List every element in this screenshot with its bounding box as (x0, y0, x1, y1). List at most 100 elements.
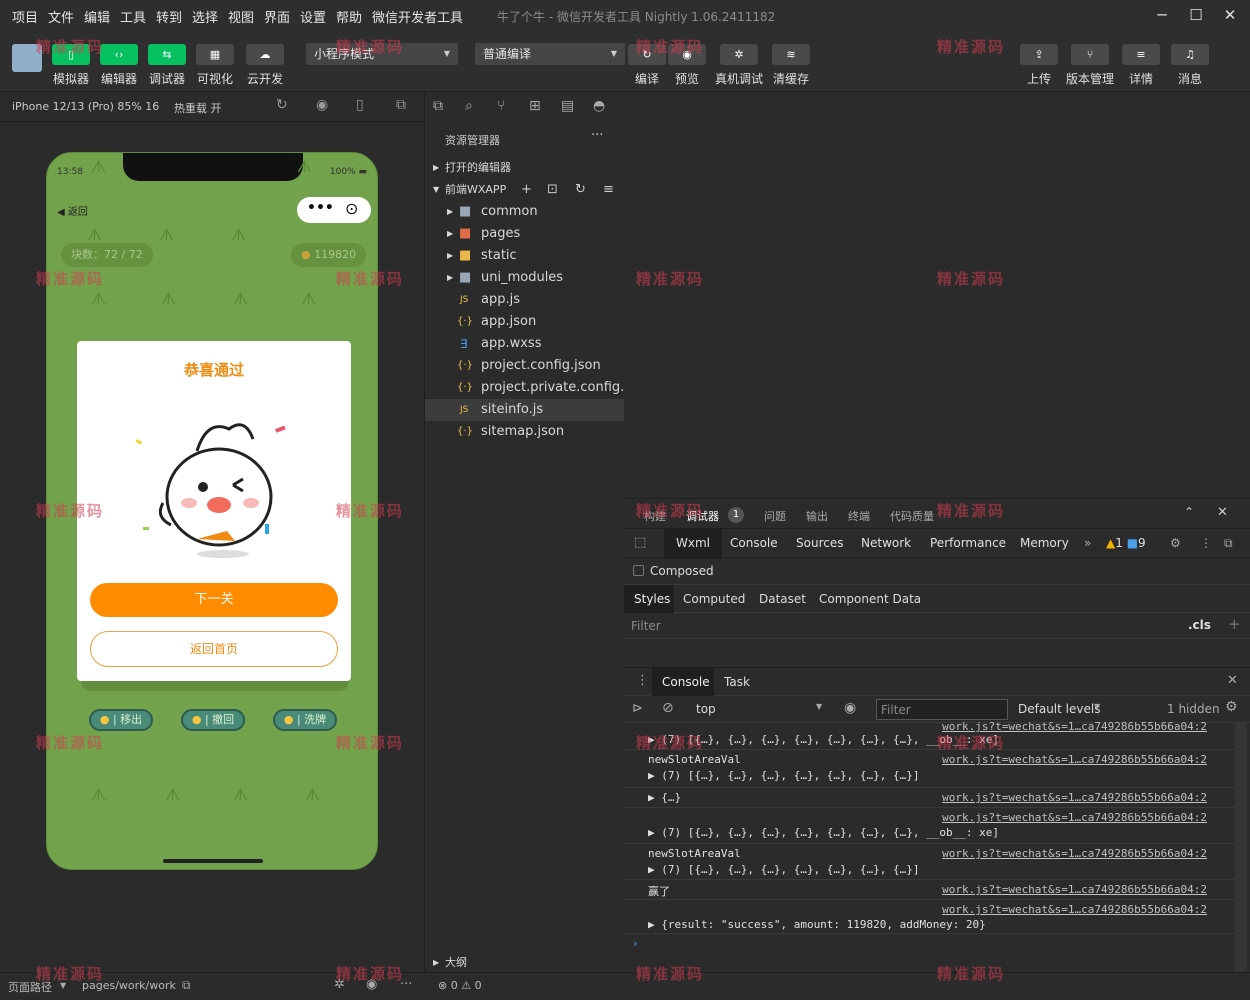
detach-icon[interactable]: ⧉ (396, 97, 406, 113)
copy-icon[interactable]: ⧉ (182, 978, 191, 993)
console-object[interactable]: ▶ {…} (648, 791, 681, 804)
styles-filter-input[interactable]: Filter (631, 619, 661, 633)
tree-item-project-config[interactable]: {·} project.config.json (425, 355, 625, 377)
mini-program-capsule[interactable]: ••• ⊙ (297, 197, 371, 223)
refresh-icon[interactable]: ↻ (276, 97, 288, 113)
source-link[interactable]: work.js?t=wechat&s=1…ca749286b55b66a04:2 (942, 753, 1207, 766)
composed-checkbox[interactable] (633, 565, 644, 576)
tab-performance[interactable]: Performance (930, 536, 1006, 550)
tab-terminal[interactable]: 终端 (848, 508, 870, 524)
source-link[interactable]: work.js?t=wechat&s=1…ca749286b55b66a04:2 (942, 791, 1207, 804)
console-scrollbar[interactable] (1235, 722, 1247, 972)
kebab-menu-icon[interactable]: ⋮ (1200, 536, 1212, 550)
tab-output[interactable]: 输出 (806, 508, 828, 524)
drawer-menu-icon[interactable]: ⋮ (636, 673, 649, 688)
sidebar-toggle-icon[interactable]: ⊳ (632, 701, 643, 716)
new-folder-icon[interactable]: ⊡ (547, 179, 558, 201)
source-link[interactable]: work.js?t=wechat&s=1…ca749286b55b66a04:2 (942, 903, 1207, 916)
eye-icon[interactable]: ◉ (844, 700, 856, 716)
tab-problems[interactable]: 问题 (764, 508, 786, 524)
menu-project[interactable]: 项目 (12, 7, 38, 26)
files-icon[interactable]: ⧉ (433, 98, 443, 114)
tree-item-app-js[interactable]: JS app.js (425, 289, 625, 311)
console-prompt[interactable]: › (624, 934, 1235, 954)
tree-item-app-json[interactable]: {·} app.json (425, 311, 625, 333)
refresh-tree-icon[interactable]: ↻ (575, 179, 586, 201)
extensions-icon[interactable]: ⊞ (529, 98, 541, 114)
tree-item-pages[interactable]: ▶ ■ pages (425, 223, 625, 245)
maximize-icon[interactable]: ☐ (1182, 4, 1210, 26)
debugger-toggle-icon[interactable]: ⇆ (148, 44, 186, 65)
inspect-icon[interactable]: ⬚ (634, 535, 646, 550)
source-control-icon[interactable]: ⑂ (497, 98, 505, 114)
source-link[interactable]: work.js?t=wechat&s=1…ca749286b55b66a04:2 (942, 847, 1207, 860)
visual-toggle-icon[interactable]: ▦ (196, 44, 234, 65)
cloud-toggle-icon[interactable]: ☁ (246, 44, 284, 65)
remote-debug-icon[interactable]: ✲ (720, 44, 758, 65)
tab-wxml[interactable]: Wxml (676, 536, 710, 550)
dock-icon[interactable]: ⧉ (1224, 536, 1233, 551)
gear-icon[interactable]: ⚙ (1225, 699, 1238, 715)
message-icon[interactable]: ♫ (1171, 44, 1209, 65)
version-icon[interactable]: ⑂ (1071, 44, 1109, 65)
tree-item-project-private-config[interactable]: {·} project.private.config.js... (425, 377, 647, 399)
menu-interface[interactable]: 界面 (264, 7, 290, 26)
menu-settings[interactable]: 设置 (300, 7, 326, 26)
tool-remove-button[interactable]: ● | 移出 (89, 709, 153, 731)
tree-item-siteinfo[interactable]: JS siteinfo.js (425, 399, 625, 421)
tab-console[interactable]: Console (730, 536, 778, 550)
phone-icon[interactable]: ▯ (356, 97, 364, 113)
search-icon[interactable]: ⌕ (465, 98, 473, 114)
tab-dataset[interactable]: Dataset (759, 592, 806, 606)
tree-item-common[interactable]: ▶ ■ common (425, 201, 625, 223)
tab-component-data[interactable]: Component Data (819, 592, 921, 606)
console-filter-input[interactable]: Filter (876, 699, 1008, 720)
menu-edit[interactable]: 编辑 (84, 7, 110, 26)
tree-item-uni-modules[interactable]: ▶ ■ uni_modules (425, 267, 625, 289)
drawer-tab-task[interactable]: Task (724, 675, 750, 689)
menu-file[interactable]: 文件 (48, 7, 74, 26)
gear-icon[interactable]: ⚙ (1170, 536, 1181, 550)
tab-computed[interactable]: Computed (683, 592, 745, 606)
menu-help[interactable]: 帮助 (336, 7, 362, 26)
tree-item-app-wxss[interactable]: ∃ app.wxss (425, 333, 625, 355)
menu-select[interactable]: 选择 (192, 7, 218, 26)
source-link[interactable]: work.js?t=wechat&s=1…ca749286b55b66a04:2 (942, 811, 1207, 824)
more-options-icon[interactable]: ··· (591, 128, 603, 143)
device-select[interactable]: iPhone 12/13 (Pro) 85% 16 (12, 100, 159, 113)
cls-toggle[interactable]: .cls (1188, 618, 1211, 632)
console-object[interactable]: ▶ {result: "success", amount: 119820, ad… (648, 918, 986, 931)
close-panel-icon[interactable]: ✕ (1217, 505, 1228, 520)
close-capsule-icon[interactable]: ⊙ (345, 199, 358, 218)
source-link[interactable]: work.js?t=wechat&s=1…ca749286b55b66a04:2 (942, 883, 1207, 896)
menu-view[interactable]: 视图 (228, 7, 254, 26)
more-icon[interactable]: ••• (307, 200, 334, 216)
return-home-button[interactable]: 返回首页 (90, 631, 338, 667)
tool-undo-button[interactable]: ● | 撤回 (181, 709, 245, 731)
next-level-button[interactable]: 下一关 (90, 583, 338, 617)
tab-network[interactable]: Network (861, 536, 911, 550)
add-style-icon[interactable]: + (1228, 615, 1241, 633)
clear-console-icon[interactable]: ⊘ (662, 700, 674, 716)
details-icon[interactable]: ≡ (1122, 44, 1160, 65)
drawer-tab-console[interactable]: Console (662, 675, 710, 689)
warnings-counter[interactable]: ▲1 ■9 (1106, 536, 1146, 550)
tab-memory[interactable]: Memory (1020, 536, 1069, 550)
console-object[interactable]: ▶ (7) [{…}, {…}, {…}, {…}, {…}, {…}, {…}… (648, 863, 920, 876)
tool-shuffle-button[interactable]: ● | 洗牌 (273, 709, 337, 731)
chevron-up-icon[interactable]: ⌃ (1184, 505, 1194, 519)
tab-sources[interactable]: Sources (796, 536, 843, 550)
back-button[interactable]: ◀ 返回 (57, 203, 88, 218)
context-select[interactable]: top (696, 702, 716, 716)
collapse-all-icon[interactable]: ≡ (603, 179, 614, 201)
close-drawer-icon[interactable]: ✕ (1227, 673, 1238, 688)
storage-icon[interactable]: ▤ (561, 98, 574, 114)
tab-code-quality[interactable]: 代码质量 (890, 508, 934, 524)
open-editors-section[interactable]: ▶ 打开的编辑器 (425, 157, 625, 179)
outline-section[interactable]: ▶ 大纲 (425, 954, 625, 972)
tree-item-sitemap[interactable]: {·} sitemap.json (425, 421, 625, 443)
menu-tools[interactable]: 工具 (120, 7, 146, 26)
record-icon[interactable]: ◉ (316, 97, 328, 113)
minimize-icon[interactable]: ─ (1148, 4, 1176, 26)
hot-reload-toggle[interactable]: 热重载 开 (174, 100, 222, 116)
